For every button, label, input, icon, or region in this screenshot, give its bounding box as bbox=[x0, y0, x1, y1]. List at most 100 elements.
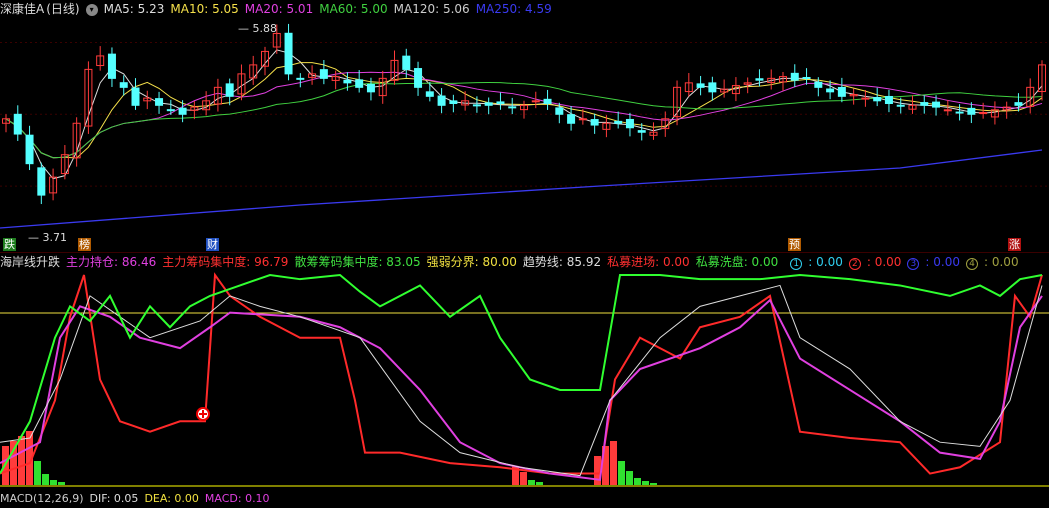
dea-value: DEA: 0.00 bbox=[144, 492, 199, 505]
circle-value: : 0.00 bbox=[808, 255, 843, 269]
macd-label[interactable]: MACD(12,26,9) bbox=[0, 489, 84, 508]
candle-body bbox=[37, 167, 46, 196]
high-price-label: — 5.88 bbox=[238, 22, 277, 35]
histogram-bar bbox=[2, 446, 9, 486]
retail-concentration-line bbox=[0, 273, 1043, 475]
candle-body bbox=[979, 111, 988, 114]
circled-number-icon: 4 bbox=[966, 258, 978, 270]
histogram-bar bbox=[634, 478, 641, 486]
ma-line bbox=[5, 82, 1043, 159]
histogram-bar bbox=[42, 474, 49, 486]
candle-body bbox=[755, 78, 764, 81]
candle-body bbox=[155, 98, 164, 106]
candle-body bbox=[896, 104, 905, 107]
chart-canvas[interactable]: — 5.88 — 3.71 bbox=[0, 0, 1049, 498]
candle-body bbox=[920, 102, 929, 106]
candle-body bbox=[861, 97, 870, 100]
candle-body bbox=[696, 83, 705, 88]
indicator-circles: 1: 0.00 2: 0.00 3: 0.00 4: 0.00 bbox=[790, 253, 1024, 272]
indicator-field: 散筹筹码集中度: 83.05 bbox=[294, 255, 421, 269]
indicator-legend-bar: 海岸线升跌 主力持仓: 86.46 主力筹码集中度: 96.79 散筹筹码集中度: … bbox=[0, 252, 1049, 272]
candle-body bbox=[225, 83, 234, 97]
ma-lines bbox=[0, 49, 1043, 229]
candle-body bbox=[178, 107, 187, 115]
histogram-bar bbox=[610, 441, 617, 486]
macd-value: MACD: 0.10 bbox=[204, 492, 270, 505]
indicator-field: 主力持仓: 86.46 bbox=[66, 255, 157, 269]
candle-body bbox=[343, 79, 352, 84]
histogram-bar bbox=[626, 471, 633, 486]
candle-body bbox=[508, 106, 517, 109]
low-price-label: — 3.71 bbox=[28, 231, 67, 244]
macd-legend-bar: MACD(12,26,9) DIF: 0.05 DEA: 0.00 MACD: … bbox=[0, 489, 1049, 508]
indicator-field: 私募进场: 0.00 bbox=[607, 255, 690, 269]
histogram-bar bbox=[18, 436, 25, 486]
price-annotations: — 5.88 — 3.71 bbox=[28, 22, 277, 244]
candle-body bbox=[425, 91, 434, 97]
indicator-bars bbox=[2, 431, 657, 486]
candle-body bbox=[414, 68, 423, 88]
event-flag[interactable]: 涨 bbox=[1008, 238, 1021, 251]
indicator-fields: 主力持仓: 86.46 主力筹码集中度: 96.79 散筹筹码集中度: 83.05 强… bbox=[66, 253, 784, 272]
indicator-field: 强弱分界: 80.00 bbox=[426, 255, 517, 269]
candle-body bbox=[837, 86, 846, 97]
histogram-bar bbox=[618, 461, 625, 486]
price-grid bbox=[0, 41, 1049, 254]
candle-body bbox=[708, 82, 717, 93]
candle-body bbox=[802, 76, 811, 79]
ma250-line bbox=[0, 149, 1043, 229]
candle-body bbox=[402, 55, 411, 70]
indicator-field: 趋势线: 85.92 bbox=[522, 255, 602, 269]
circled-number-icon: 1 bbox=[790, 258, 803, 270]
candle-body bbox=[284, 32, 293, 75]
candle-body bbox=[496, 101, 505, 105]
candle-body bbox=[25, 134, 34, 165]
candle-body bbox=[943, 109, 952, 112]
circle-value: : 0.00 bbox=[984, 255, 1019, 269]
circled-number-icon: 3 bbox=[907, 258, 920, 270]
histogram-bar bbox=[520, 472, 527, 486]
candle-body bbox=[355, 79, 364, 88]
candle-body bbox=[955, 111, 964, 114]
candle-body bbox=[873, 97, 882, 102]
candle-body bbox=[484, 102, 493, 106]
main-concentration-line bbox=[0, 272, 1043, 475]
candle-body bbox=[637, 130, 646, 133]
candle-body bbox=[296, 77, 305, 80]
candle-body bbox=[790, 72, 799, 81]
candle-body bbox=[932, 101, 941, 108]
candle-body bbox=[437, 95, 446, 106]
candle-body bbox=[472, 104, 481, 107]
candle-body bbox=[814, 81, 823, 88]
candle-body bbox=[107, 53, 116, 79]
histogram-bar bbox=[34, 461, 41, 486]
dif-value: DIF: 0.05 bbox=[89, 492, 139, 505]
candle-body bbox=[1014, 102, 1023, 106]
circled-number-icon: 2 bbox=[848, 258, 861, 270]
candle-body bbox=[555, 107, 564, 115]
candle-body bbox=[131, 87, 140, 106]
indicator-field: 主力筹码集中度: 96.79 bbox=[162, 255, 289, 269]
event-flag[interactable]: 榜 bbox=[78, 238, 91, 251]
candle-body bbox=[531, 100, 540, 103]
candle-body bbox=[578, 118, 587, 121]
candle-body bbox=[826, 88, 835, 93]
indicator-field: 私募洗盘: 0.00 bbox=[695, 255, 779, 269]
candle-body bbox=[625, 118, 634, 129]
candle-body bbox=[13, 113, 22, 135]
event-flag[interactable]: 跌 bbox=[3, 238, 16, 251]
indicator-name[interactable]: 海岸线升跌 bbox=[0, 253, 60, 272]
candle-body bbox=[543, 98, 552, 105]
candle-body bbox=[567, 114, 576, 124]
candle-body bbox=[590, 119, 599, 126]
event-flag[interactable]: 预 bbox=[788, 238, 801, 251]
candle-body bbox=[119, 82, 128, 88]
indicator-lines bbox=[0, 272, 1049, 487]
main-position-line bbox=[0, 295, 1043, 481]
candle-body bbox=[614, 120, 623, 124]
candle-body bbox=[449, 100, 458, 105]
candle-body bbox=[166, 109, 175, 112]
circle-value: : 0.00 bbox=[925, 255, 960, 269]
candle-body bbox=[319, 69, 328, 79]
event-flag[interactable]: 财 bbox=[206, 238, 219, 251]
